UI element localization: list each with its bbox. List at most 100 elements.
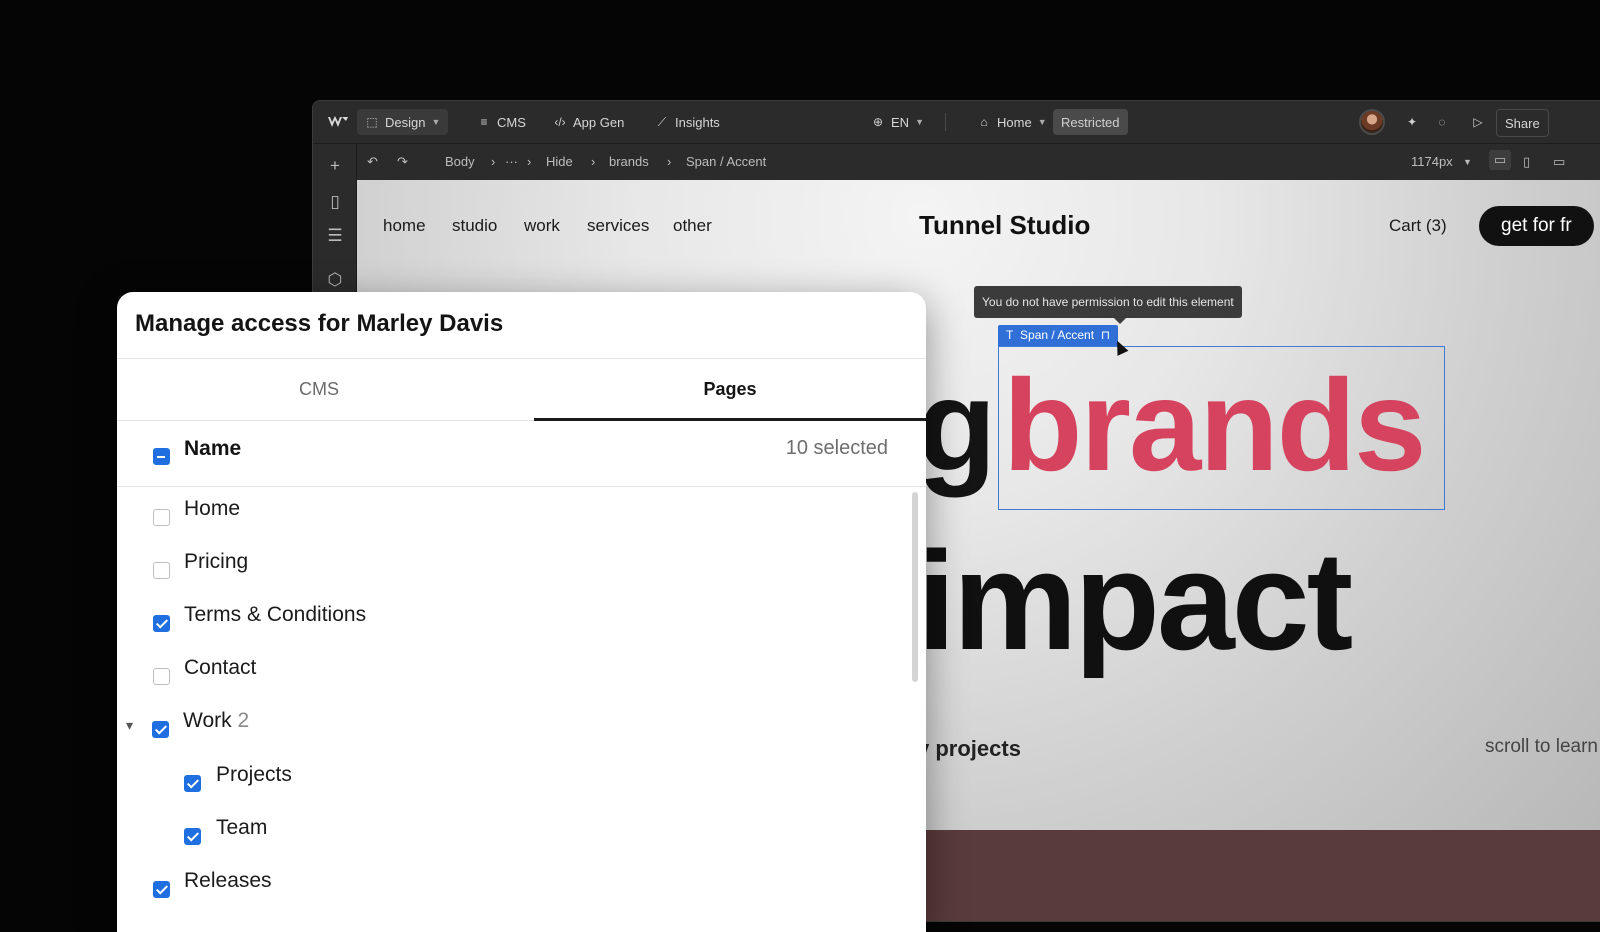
undo-icon[interactable]: ↶ xyxy=(367,154,378,170)
page-selector-label: Home xyxy=(997,114,1032,130)
design-mode-label: Design xyxy=(385,114,426,130)
restricted-badge: Restricted xyxy=(1053,109,1128,135)
page-checkbox-pricing[interactable] xyxy=(153,562,170,579)
cms-button[interactable]: ≡ CMS xyxy=(469,109,534,135)
chevron-down-icon[interactable]: ▾ xyxy=(126,717,133,734)
page-checkbox-home[interactable] xyxy=(153,509,170,526)
name-column-header: Name xyxy=(184,437,242,460)
page-checkbox-contact[interactable] xyxy=(153,668,170,685)
text-type-icon: T xyxy=(1006,328,1014,342)
cta-button[interactable]: get for fr xyxy=(1479,206,1594,246)
tablet-breakpoint-icon[interactable]: ▯ xyxy=(1523,154,1530,170)
nav-link-work[interactable]: work xyxy=(524,216,560,236)
scroll-hint: scroll to learn xyxy=(1485,736,1598,757)
nav-link-other[interactable]: other xyxy=(673,216,712,236)
breadcrumb: ↶ ↷ Body › ··· › Hide › brands › Span / … xyxy=(357,144,1600,180)
home-icon: ⌂ xyxy=(980,115,988,129)
sparkle-icon: ✦ xyxy=(1406,115,1418,129)
mobile-landscape-icon[interactable]: ▭ xyxy=(1553,154,1565,170)
list-item: Contact xyxy=(184,656,257,679)
lock-icon: ⊓ xyxy=(1100,328,1111,342)
breadcrumb-item[interactable]: Body xyxy=(445,154,475,169)
list-item: Terms & Conditions xyxy=(184,603,367,626)
folder-count: 2 xyxy=(237,709,250,732)
add-icon[interactable]: + xyxy=(325,156,345,176)
page-checkbox-releases[interactable] xyxy=(153,881,170,898)
comments-button[interactable]: ◌ xyxy=(1427,109,1457,135)
page-checkbox-projects[interactable] xyxy=(184,775,201,792)
app-gen-button[interactable]: ‹/› App Gen xyxy=(545,109,632,135)
page-selector-dropdown[interactable]: ⌂ Home ▼ xyxy=(969,109,1055,135)
projects-link[interactable]: v projects xyxy=(917,736,1021,762)
site-title: Tunnel Studio xyxy=(919,210,1091,240)
code-icon: ‹/› xyxy=(554,115,566,129)
folder-checkbox-work[interactable] xyxy=(152,721,169,738)
breadcrumb-separator-icon: › xyxy=(667,154,672,169)
webflow-logo-icon xyxy=(328,116,348,127)
element-tag-label: Span / Accent xyxy=(1020,328,1095,342)
locale-dropdown[interactable]: ⊕ EN ▼ xyxy=(863,109,932,135)
desktop-breakpoint-icon[interactable]: ▭ xyxy=(1489,150,1511,170)
chart-line-icon: ⟋ xyxy=(657,115,667,129)
manage-access-dialog: Manage access for Marley Davis CMS Pages… xyxy=(117,292,926,932)
element-tag[interactable]: T Span / Accent ⊓ xyxy=(998,325,1119,346)
app-gen-label: App Gen xyxy=(573,114,625,130)
list-scrollbar[interactable] xyxy=(912,492,918,682)
navigator-icon[interactable]: ☰ xyxy=(325,226,345,246)
headline-line2: impact xyxy=(917,522,1353,679)
insights-button[interactable]: ⟋ Insights xyxy=(647,109,728,135)
chevron-down-icon: ▼ xyxy=(431,117,441,127)
components-icon[interactable]: ⬡ xyxy=(325,270,345,290)
headline-prefix: g xyxy=(917,352,996,498)
ai-assistant-button[interactable]: ✦ xyxy=(1397,109,1427,135)
selected-count: 10 selected xyxy=(785,437,888,459)
select-all-checkbox[interactable] xyxy=(153,448,170,465)
page-checkbox-team[interactable] xyxy=(184,828,201,845)
share-button[interactable]: Share xyxy=(1496,109,1549,137)
webflow-logo[interactable] xyxy=(319,109,357,135)
list-item: Projects xyxy=(216,763,292,786)
breadcrumb-separator-icon: › xyxy=(491,154,496,169)
list-item: Releases xyxy=(184,869,272,892)
list-item: Team xyxy=(216,816,268,839)
next-section xyxy=(917,830,1600,921)
list-item: Pricing xyxy=(184,550,249,573)
toolbar-divider xyxy=(945,113,946,131)
editor-topbar: ⬚ Design ▼ ≡ CMS ‹/› App Gen ⟋ Insights … xyxy=(313,101,1600,144)
active-tab-indicator xyxy=(534,418,926,421)
nav-link-home[interactable]: home xyxy=(383,216,426,236)
cms-label: CMS xyxy=(497,114,526,130)
comment-icon: ◌ xyxy=(1438,115,1446,129)
chevron-down-icon: ▼ xyxy=(915,117,924,127)
database-icon: ≡ xyxy=(480,115,488,129)
pages-icon[interactable]: ▯ xyxy=(325,192,345,212)
divider xyxy=(117,486,926,487)
breadcrumb-item[interactable]: ··· xyxy=(505,154,518,169)
preview-button[interactable]: ▷ xyxy=(1463,109,1493,135)
chevron-down-icon[interactable]: ▼ xyxy=(1463,157,1472,167)
play-icon: ▷ xyxy=(1473,115,1483,129)
nav-link-services[interactable]: services xyxy=(587,216,649,236)
list-item: Home xyxy=(184,497,241,520)
page-checkbox-terms[interactable] xyxy=(153,615,170,632)
canvas-width-label[interactable]: 1174px xyxy=(1411,154,1453,169)
selection-outline xyxy=(998,346,1445,510)
tab-pages[interactable]: Pages xyxy=(534,358,926,420)
breadcrumb-separator-icon: › xyxy=(591,154,596,169)
avatar[interactable] xyxy=(1359,109,1385,135)
redo-icon[interactable]: ↷ xyxy=(397,154,408,170)
permission-tooltip: You do not have permission to edit this … xyxy=(974,286,1242,324)
nav-link-studio[interactable]: studio xyxy=(452,216,497,236)
breadcrumb-item[interactable]: Span / Accent xyxy=(686,154,766,169)
dialog-title: Manage access for Marley Davis xyxy=(135,310,504,337)
design-mode-dropdown[interactable]: ⬚ Design ▼ xyxy=(357,109,449,135)
folder-label: Work xyxy=(183,709,232,732)
cart-link[interactable]: Cart (3) xyxy=(1389,216,1447,236)
breadcrumb-item[interactable]: brands xyxy=(609,154,649,169)
cursor-box-icon: ⬚ xyxy=(366,115,378,129)
tab-cms[interactable]: CMS xyxy=(117,358,521,420)
breadcrumb-separator-icon: › xyxy=(527,154,532,169)
insights-label: Insights xyxy=(675,114,720,130)
breadcrumb-item[interactable]: Hide xyxy=(546,154,573,169)
locale-label: EN xyxy=(891,114,910,130)
